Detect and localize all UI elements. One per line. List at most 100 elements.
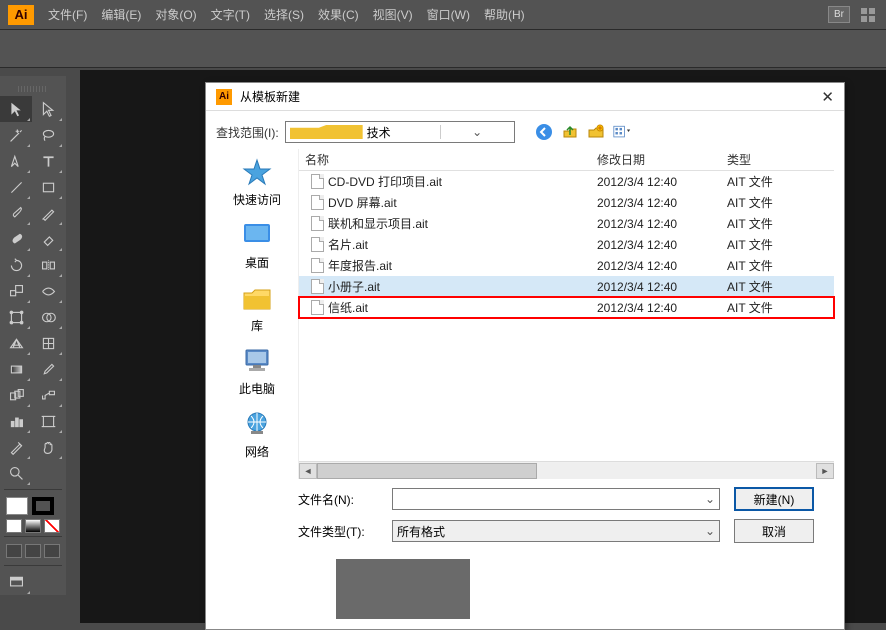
gradient-mode-icon[interactable] bbox=[25, 519, 41, 533]
file-type: AIT 文件 bbox=[727, 173, 834, 190]
places-sidebar: 快速访问 桌面 库 此电脑 网络 bbox=[216, 149, 298, 479]
lasso-tool[interactable] bbox=[32, 122, 64, 148]
col-date-header[interactable]: 修改日期 bbox=[597, 151, 727, 168]
fill-swatch[interactable] bbox=[6, 497, 28, 515]
file-name: 名片.ait bbox=[328, 236, 368, 253]
symbol-sprayer-tool[interactable] bbox=[32, 382, 64, 408]
menu-type[interactable]: 文字(T) bbox=[211, 6, 250, 23]
mesh-tool[interactable] bbox=[32, 330, 64, 356]
file-row[interactable]: 信纸.ait2012/3/4 12:40AIT 文件 bbox=[299, 297, 834, 318]
file-name: 年度报告.ait bbox=[328, 257, 392, 274]
stroke-swatch[interactable] bbox=[32, 497, 54, 515]
paintbrush-tool[interactable] bbox=[0, 200, 32, 226]
width-tool[interactable] bbox=[32, 278, 64, 304]
up-icon[interactable] bbox=[561, 123, 579, 141]
pencil-tool[interactable] bbox=[32, 200, 64, 226]
list-header[interactable]: 名称 修改日期 类型 bbox=[299, 149, 834, 171]
file-icon bbox=[311, 237, 324, 252]
slice-tool[interactable] bbox=[0, 434, 32, 460]
pen-tool[interactable] bbox=[0, 148, 32, 174]
fill-stroke-swatches[interactable] bbox=[0, 493, 66, 519]
file-date: 2012/3/4 12:40 bbox=[597, 175, 727, 189]
control-bar bbox=[0, 30, 886, 68]
reflect-tool[interactable] bbox=[32, 252, 64, 278]
sidebar-libraries[interactable]: 库 bbox=[240, 283, 274, 334]
file-name: 联机和显示项目.ait bbox=[328, 215, 428, 232]
perspective-grid-tool[interactable] bbox=[0, 330, 32, 356]
sidebar-network[interactable]: 网络 bbox=[240, 409, 274, 460]
menu-view[interactable]: 视图(V) bbox=[373, 6, 413, 23]
menu-select[interactable]: 选择(S) bbox=[264, 6, 304, 23]
dialog-titlebar[interactable]: Ai 从模板新建 ✕ bbox=[206, 83, 844, 111]
line-tool[interactable] bbox=[0, 174, 32, 200]
file-date: 2012/3/4 12:40 bbox=[597, 238, 727, 252]
rectangle-tool[interactable] bbox=[32, 174, 64, 200]
artboard-tool[interactable] bbox=[32, 408, 64, 434]
col-type-header[interactable]: 类型 bbox=[727, 151, 834, 168]
file-row[interactable]: CD-DVD 打印项目.ait2012/3/4 12:40AIT 文件 bbox=[299, 171, 834, 192]
draw-behind-icon[interactable] bbox=[25, 544, 41, 558]
blob-brush-tool[interactable] bbox=[0, 226, 32, 252]
sidebar-desktop[interactable]: 桌面 bbox=[240, 220, 274, 271]
new-button[interactable]: 新建(N) bbox=[734, 487, 814, 511]
scroll-left-icon[interactable]: ◄ bbox=[299, 463, 317, 479]
direct-selection-tool[interactable] bbox=[32, 96, 64, 122]
new-from-template-dialog: Ai 从模板新建 ✕ 查找范围(I): 技术 ⌄ 快速访问 bbox=[205, 82, 845, 630]
menu-edit[interactable]: 编辑(E) bbox=[101, 6, 141, 23]
scale-tool[interactable] bbox=[0, 278, 32, 304]
toolbox-grip[interactable] bbox=[18, 86, 48, 92]
file-date: 2012/3/4 12:40 bbox=[597, 301, 727, 315]
rotate-tool[interactable] bbox=[0, 252, 32, 278]
col-name-header[interactable]: 名称 bbox=[299, 151, 597, 168]
file-row[interactable]: 名片.ait2012/3/4 12:40AIT 文件 bbox=[299, 234, 834, 255]
none-mode-icon[interactable] bbox=[44, 519, 60, 533]
menu-file[interactable]: 文件(F) bbox=[48, 6, 87, 23]
sidebar-this-pc[interactable]: 此电脑 bbox=[239, 346, 275, 397]
horizontal-scrollbar[interactable]: ◄ ► bbox=[299, 461, 834, 479]
menu-window[interactable]: 窗口(W) bbox=[427, 6, 470, 23]
draw-normal-icon[interactable] bbox=[6, 544, 22, 558]
file-row[interactable]: 联机和显示项目.ait2012/3/4 12:40AIT 文件 bbox=[299, 213, 834, 234]
folder-select[interactable]: 技术 ⌄ bbox=[285, 121, 515, 143]
screen-mode-tool[interactable] bbox=[0, 569, 32, 595]
view-menu-icon[interactable] bbox=[613, 123, 631, 141]
file-name: 小册子.ait bbox=[328, 278, 380, 295]
filetype-select[interactable]: 所有格式⌄ bbox=[392, 520, 720, 542]
dialog-title: 从模板新建 bbox=[240, 88, 300, 105]
file-date: 2012/3/4 12:40 bbox=[597, 280, 727, 294]
eraser-tool[interactable] bbox=[32, 226, 64, 252]
back-icon[interactable] bbox=[535, 123, 553, 141]
gradient-tool[interactable] bbox=[0, 356, 32, 382]
chevron-down-icon[interactable]: ⌄ bbox=[440, 125, 514, 139]
menu-effect[interactable]: 效果(C) bbox=[318, 6, 359, 23]
file-row[interactable]: 小册子.ait2012/3/4 12:40AIT 文件 bbox=[299, 276, 834, 297]
new-folder-icon[interactable] bbox=[587, 123, 605, 141]
zoom-tool[interactable] bbox=[0, 460, 32, 486]
cancel-button[interactable]: 取消 bbox=[734, 519, 814, 543]
blend-tool[interactable] bbox=[0, 382, 32, 408]
menu-help[interactable]: 帮助(H) bbox=[484, 6, 525, 23]
scroll-thumb[interactable] bbox=[317, 463, 537, 479]
type-tool[interactable] bbox=[32, 148, 64, 174]
arrange-icon[interactable] bbox=[860, 7, 878, 23]
selection-tool[interactable] bbox=[0, 96, 32, 122]
file-row[interactable]: 年度报告.ait2012/3/4 12:40AIT 文件 bbox=[299, 255, 834, 276]
file-icon bbox=[311, 279, 324, 294]
bridge-icon[interactable]: Br bbox=[828, 6, 850, 23]
lookup-label: 查找范围(I): bbox=[216, 124, 279, 141]
filename-input[interactable]: ⌄ bbox=[392, 488, 720, 510]
file-date: 2012/3/4 12:40 bbox=[597, 259, 727, 273]
scroll-right-icon[interactable]: ► bbox=[816, 463, 834, 479]
eyedropper-tool[interactable] bbox=[32, 356, 64, 382]
color-mode-icon[interactable] bbox=[6, 519, 22, 533]
file-row[interactable]: DVD 屏幕.ait2012/3/4 12:40AIT 文件 bbox=[299, 192, 834, 213]
sidebar-quick-access[interactable]: 快速访问 bbox=[233, 157, 281, 208]
draw-inside-icon[interactable] bbox=[44, 544, 60, 558]
menu-object[interactable]: 对象(O) bbox=[155, 6, 196, 23]
column-graph-tool[interactable] bbox=[0, 408, 32, 434]
shape-builder-tool[interactable] bbox=[32, 304, 64, 330]
free-transform-tool[interactable] bbox=[0, 304, 32, 330]
hand-tool[interactable] bbox=[32, 434, 64, 460]
magic-wand-tool[interactable] bbox=[0, 122, 32, 148]
close-button[interactable]: ✕ bbox=[821, 88, 834, 106]
